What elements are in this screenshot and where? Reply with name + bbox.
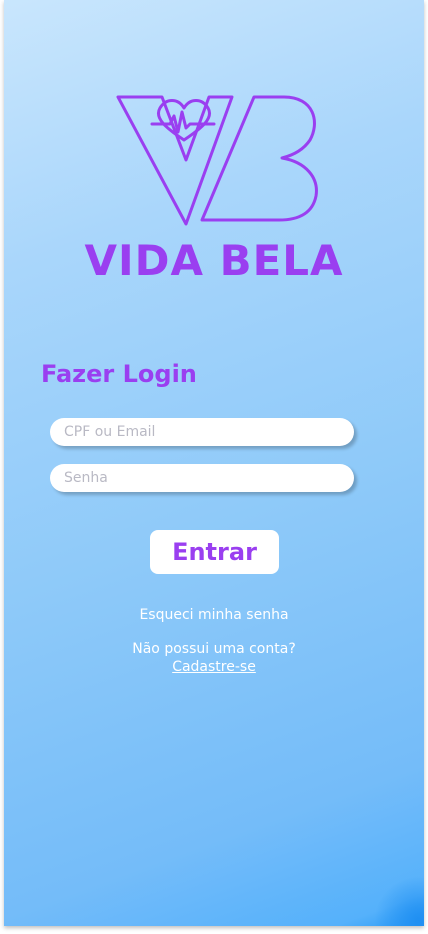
forgot-password-link[interactable]: Esqueci minha senha bbox=[4, 607, 424, 623]
login-title: Fazer Login bbox=[41, 360, 197, 388]
login-button[interactable]: Entrar bbox=[150, 530, 279, 574]
vb-heart-pulse-logo-icon bbox=[116, 95, 318, 226]
cpf-email-input[interactable] bbox=[50, 418, 354, 446]
brand-name: VIDA BELA bbox=[84, 236, 344, 285]
password-input[interactable] bbox=[50, 464, 354, 492]
login-screen: VIDA BELA Fazer Login Entrar Esqueci min… bbox=[4, 0, 424, 926]
signup-link[interactable]: Cadastre-se bbox=[172, 659, 256, 675]
background-glow bbox=[374, 876, 424, 926]
signup-prompt: Não possui uma conta? Cadastre-se bbox=[4, 640, 424, 676]
no-account-text: Não possui uma conta? bbox=[132, 641, 296, 657]
